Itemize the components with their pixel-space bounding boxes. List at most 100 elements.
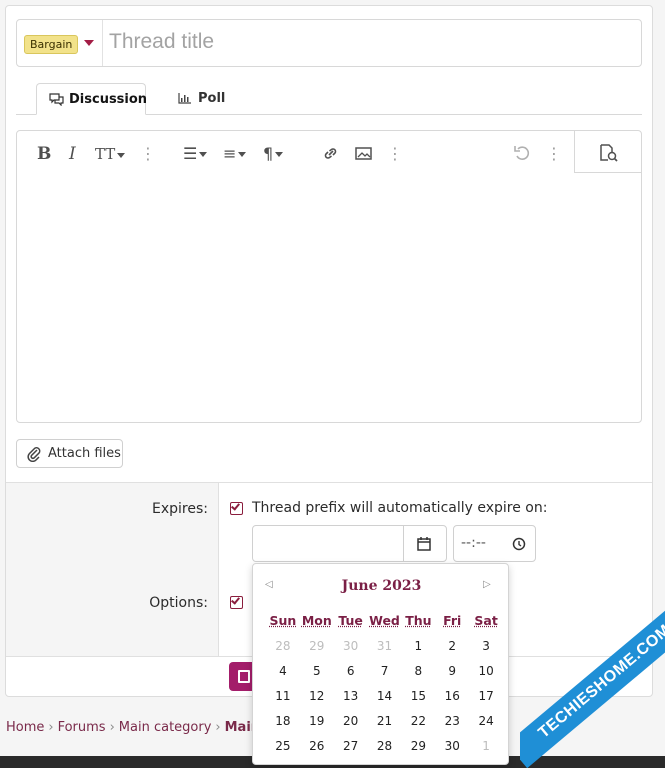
next-month-icon[interactable]: ▷ <box>483 579 491 590</box>
calendar-day[interactable]: 22 <box>401 709 435 734</box>
calendar-day[interactable]: 30 <box>334 634 368 659</box>
options-checkbox[interactable] <box>230 595 243 609</box>
rich-text-editor[interactable]: B I TT ⋮ ☰ ≡ ¶ ⋮ ⋮ <box>16 130 642 423</box>
tab-discussion[interactable]: Discussion <box>36 83 148 115</box>
watermark-text: TECHIESHOME.COM <box>520 600 665 768</box>
bar-chart-icon <box>178 93 191 104</box>
calendar-day[interactable]: 26 <box>300 734 334 759</box>
calendar-day[interactable]: 2 <box>435 634 469 659</box>
calendar-day[interactable]: 14 <box>368 684 402 709</box>
calendar-day[interactable]: 9 <box>435 659 469 684</box>
weekday-label: Sun <box>269 613 297 628</box>
calendar-day[interactable]: 23 <box>435 709 469 734</box>
clock-icon[interactable] <box>512 537 526 551</box>
calendar-year: 2023 <box>382 578 422 594</box>
more-options-icon[interactable]: ⋮ <box>387 144 403 163</box>
calendar-weeks: 28 29 30 31 1 2 3 4 5 6 7 8 9 10 11 12 13 14 15 16 17 18 19 20 2… <box>266 634 503 759</box>
expiry-date-input[interactable] <box>252 525 447 562</box>
undo-icon[interactable] <box>513 144 531 162</box>
calendar-week-row: 28 29 30 31 1 2 3 <box>266 634 503 659</box>
calendar-day[interactable]: 1 <box>469 734 503 759</box>
calendar-day[interactable]: 28 <box>368 734 402 759</box>
weekday-label: Thu <box>405 613 432 628</box>
calendar-day[interactable]: 19 <box>300 709 334 734</box>
calendar-icon[interactable] <box>417 536 431 551</box>
calendar-day[interactable]: 28 <box>266 634 300 659</box>
calendar-day[interactable]: 6 <box>334 659 368 684</box>
link-icon[interactable] <box>322 145 340 162</box>
preview-toggle[interactable] <box>574 131 642 173</box>
calendar-day[interactable]: 3 <box>469 634 503 659</box>
list-icon[interactable]: ☰ <box>183 145 208 162</box>
weekday-label: Wed <box>369 613 400 628</box>
weekday-label: Fri <box>443 613 462 628</box>
calendar-week-row: 18 19 20 21 22 23 24 <box>266 709 503 734</box>
calendar-day[interactable]: 15 <box>401 684 435 709</box>
calendar-day[interactable]: 29 <box>401 734 435 759</box>
date-input-divider <box>403 526 404 561</box>
more-options-icon[interactable]: ⋮ <box>546 144 562 163</box>
prefix-selector[interactable]: Bargain <box>17 20 103 66</box>
caret-down-icon[interactable] <box>84 40 94 46</box>
calendar-day[interactable]: 7 <box>368 659 402 684</box>
expiry-time-input[interactable]: --:-- <box>453 525 536 562</box>
tab-discussion-label: Discussion <box>69 92 148 107</box>
bold-icon[interactable]: B <box>37 146 51 163</box>
calendar-day[interactable]: 17 <box>469 684 503 709</box>
calendar-day[interactable]: 30 <box>435 734 469 759</box>
calendar-day[interactable]: 8 <box>401 659 435 684</box>
expires-checkbox-label[interactable]: Thread prefix will automatically expire … <box>252 500 547 516</box>
text-size-icon[interactable]: TT <box>95 146 126 163</box>
options-label: Options: <box>149 595 208 611</box>
weekday-label: Sat <box>474 613 498 628</box>
align-icon[interactable]: ≡ <box>223 145 247 162</box>
calendar-day[interactable]: 18 <box>266 709 300 734</box>
calendar-month-year: June 2023 <box>253 578 510 594</box>
breadcrumb: Home › Forums › Main category › Main <box>6 720 260 735</box>
calendar-day[interactable]: 1 <box>401 634 435 659</box>
calendar-day[interactable]: 13 <box>334 684 368 709</box>
paragraph-icon[interactable]: ¶ <box>263 145 284 162</box>
more-options-icon[interactable]: ⋮ <box>140 144 156 163</box>
weekday-label: Tue <box>338 613 363 628</box>
chevron-right-icon: › <box>215 720 221 735</box>
labels-column: Expires: Options: <box>6 483 219 657</box>
calendar-week-row: 25 26 27 28 29 30 1 <box>266 734 503 759</box>
breadcrumb-forums[interactable]: Forums <box>58 720 106 735</box>
calendar-month: June <box>341 578 378 594</box>
attach-files-label: Attach files <box>48 446 121 461</box>
calendar-day[interactable]: 24 <box>469 709 503 734</box>
calendar-day[interactable]: 25 <box>266 734 300 759</box>
chevron-right-icon: › <box>109 720 115 735</box>
calendar-day[interactable]: 10 <box>469 659 503 684</box>
calendar-day[interactable]: 27 <box>334 734 368 759</box>
thread-title-input[interactable]: Thread title <box>109 30 214 54</box>
tab-poll[interactable]: Poll <box>170 83 240 115</box>
calendar-grid: Sun Mon Tue Wed Thu Fri Sat 28 29 30 31 1 2 3 4… <box>266 612 503 759</box>
comments-icon <box>49 93 64 106</box>
chevron-right-icon: › <box>48 720 54 735</box>
italic-icon[interactable]: I <box>69 146 76 163</box>
breadcrumb-main-category[interactable]: Main category <box>119 720 212 735</box>
calendar-week-row: 11 12 13 14 15 16 17 <box>266 684 503 709</box>
calendar-day[interactable]: 16 <box>435 684 469 709</box>
calendar-day[interactable]: 11 <box>266 684 300 709</box>
calendar-day[interactable]: 21 <box>368 709 402 734</box>
post-icon <box>238 670 250 683</box>
calendar-day[interactable]: 20 <box>334 709 368 734</box>
preview-icon <box>600 144 618 162</box>
title-row: Bargain Thread title <box>16 19 642 67</box>
expires-checkbox[interactable] <box>230 501 243 515</box>
calendar-day[interactable]: 12 <box>300 684 334 709</box>
calendar-day[interactable]: 5 <box>300 659 334 684</box>
calendar-day[interactable]: 31 <box>368 634 402 659</box>
attach-files-button[interactable]: Attach files <box>16 439 123 468</box>
paperclip-icon <box>27 447 41 462</box>
image-icon[interactable] <box>355 146 372 160</box>
expires-label: Expires: <box>152 501 208 517</box>
prefix-badge[interactable]: Bargain <box>24 35 79 54</box>
watermark: TECHIESHOME.COM <box>520 600 665 768</box>
breadcrumb-home[interactable]: Home <box>6 720 44 735</box>
calendar-day[interactable]: 4 <box>266 659 300 684</box>
calendar-day[interactable]: 29 <box>300 634 334 659</box>
